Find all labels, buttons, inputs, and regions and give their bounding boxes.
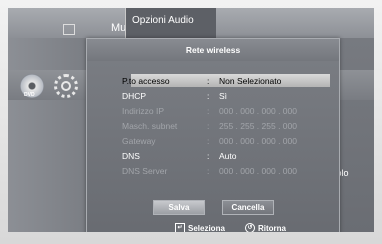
- row-value: 000 . 000 . 000 . 000: [219, 106, 297, 116]
- row-label: DHCP: [122, 91, 147, 101]
- row-separator: :: [207, 121, 210, 131]
- row-separator: :: [207, 76, 210, 86]
- return-hint-label: Ritorna: [258, 224, 286, 232]
- return-hint: ↺ Ritorna: [245, 222, 286, 232]
- row-value: 000 . 000 . 000 . 000: [219, 136, 297, 146]
- row-label: DNS: [122, 151, 140, 161]
- row-label: Indirizzo IP: [122, 106, 165, 116]
- row-value: Non Selezionato: [219, 76, 282, 86]
- row-value: 255 . 255 . 255 . 000: [219, 121, 297, 131]
- row-separator: :: [207, 151, 210, 161]
- cancel-button[interactable]: Cancella: [222, 200, 274, 215]
- select-hint-label: Seleziona: [188, 224, 225, 232]
- gear-icon[interactable]: [54, 74, 78, 98]
- enter-key-icon: ↵: [175, 222, 185, 232]
- row-label: P.to accesso: [122, 76, 170, 86]
- select-hint: ↵ Seleziona: [175, 222, 225, 232]
- side-icon-column: [8, 38, 90, 232]
- row-value: 000 . 000 . 000 . 000: [219, 166, 297, 176]
- row-separator: :: [207, 166, 210, 176]
- tv-frame: Musica Opzioni Audio DVD ▸ solo Rete wir…: [0, 0, 382, 244]
- header-title: Opzioni Audio: [132, 15, 194, 26]
- row-separator: :: [207, 91, 210, 101]
- row-label: Gateway: [122, 136, 156, 146]
- wireless-network-dialog: Rete wireless P.to accesso : Non Selezio…: [86, 38, 340, 232]
- row-separator: :: [207, 106, 210, 116]
- row-separator: :: [207, 136, 210, 146]
- return-key-icon: ↺: [245, 222, 255, 232]
- background-header: Opzioni Audio: [125, 8, 216, 38]
- music-icon: [63, 24, 75, 35]
- dialog-title: Rete wireless: [87, 39, 339, 61]
- row-value: Auto: [219, 151, 237, 161]
- save-button[interactable]: Salva: [153, 200, 205, 215]
- row-label: DNS Server: [122, 166, 168, 176]
- screen: Musica Opzioni Audio DVD ▸ solo Rete wir…: [8, 8, 374, 232]
- row-label: Masch. subnet: [122, 121, 178, 131]
- dvd-label: DVD: [24, 92, 35, 98]
- row-value: Sì: [219, 91, 228, 101]
